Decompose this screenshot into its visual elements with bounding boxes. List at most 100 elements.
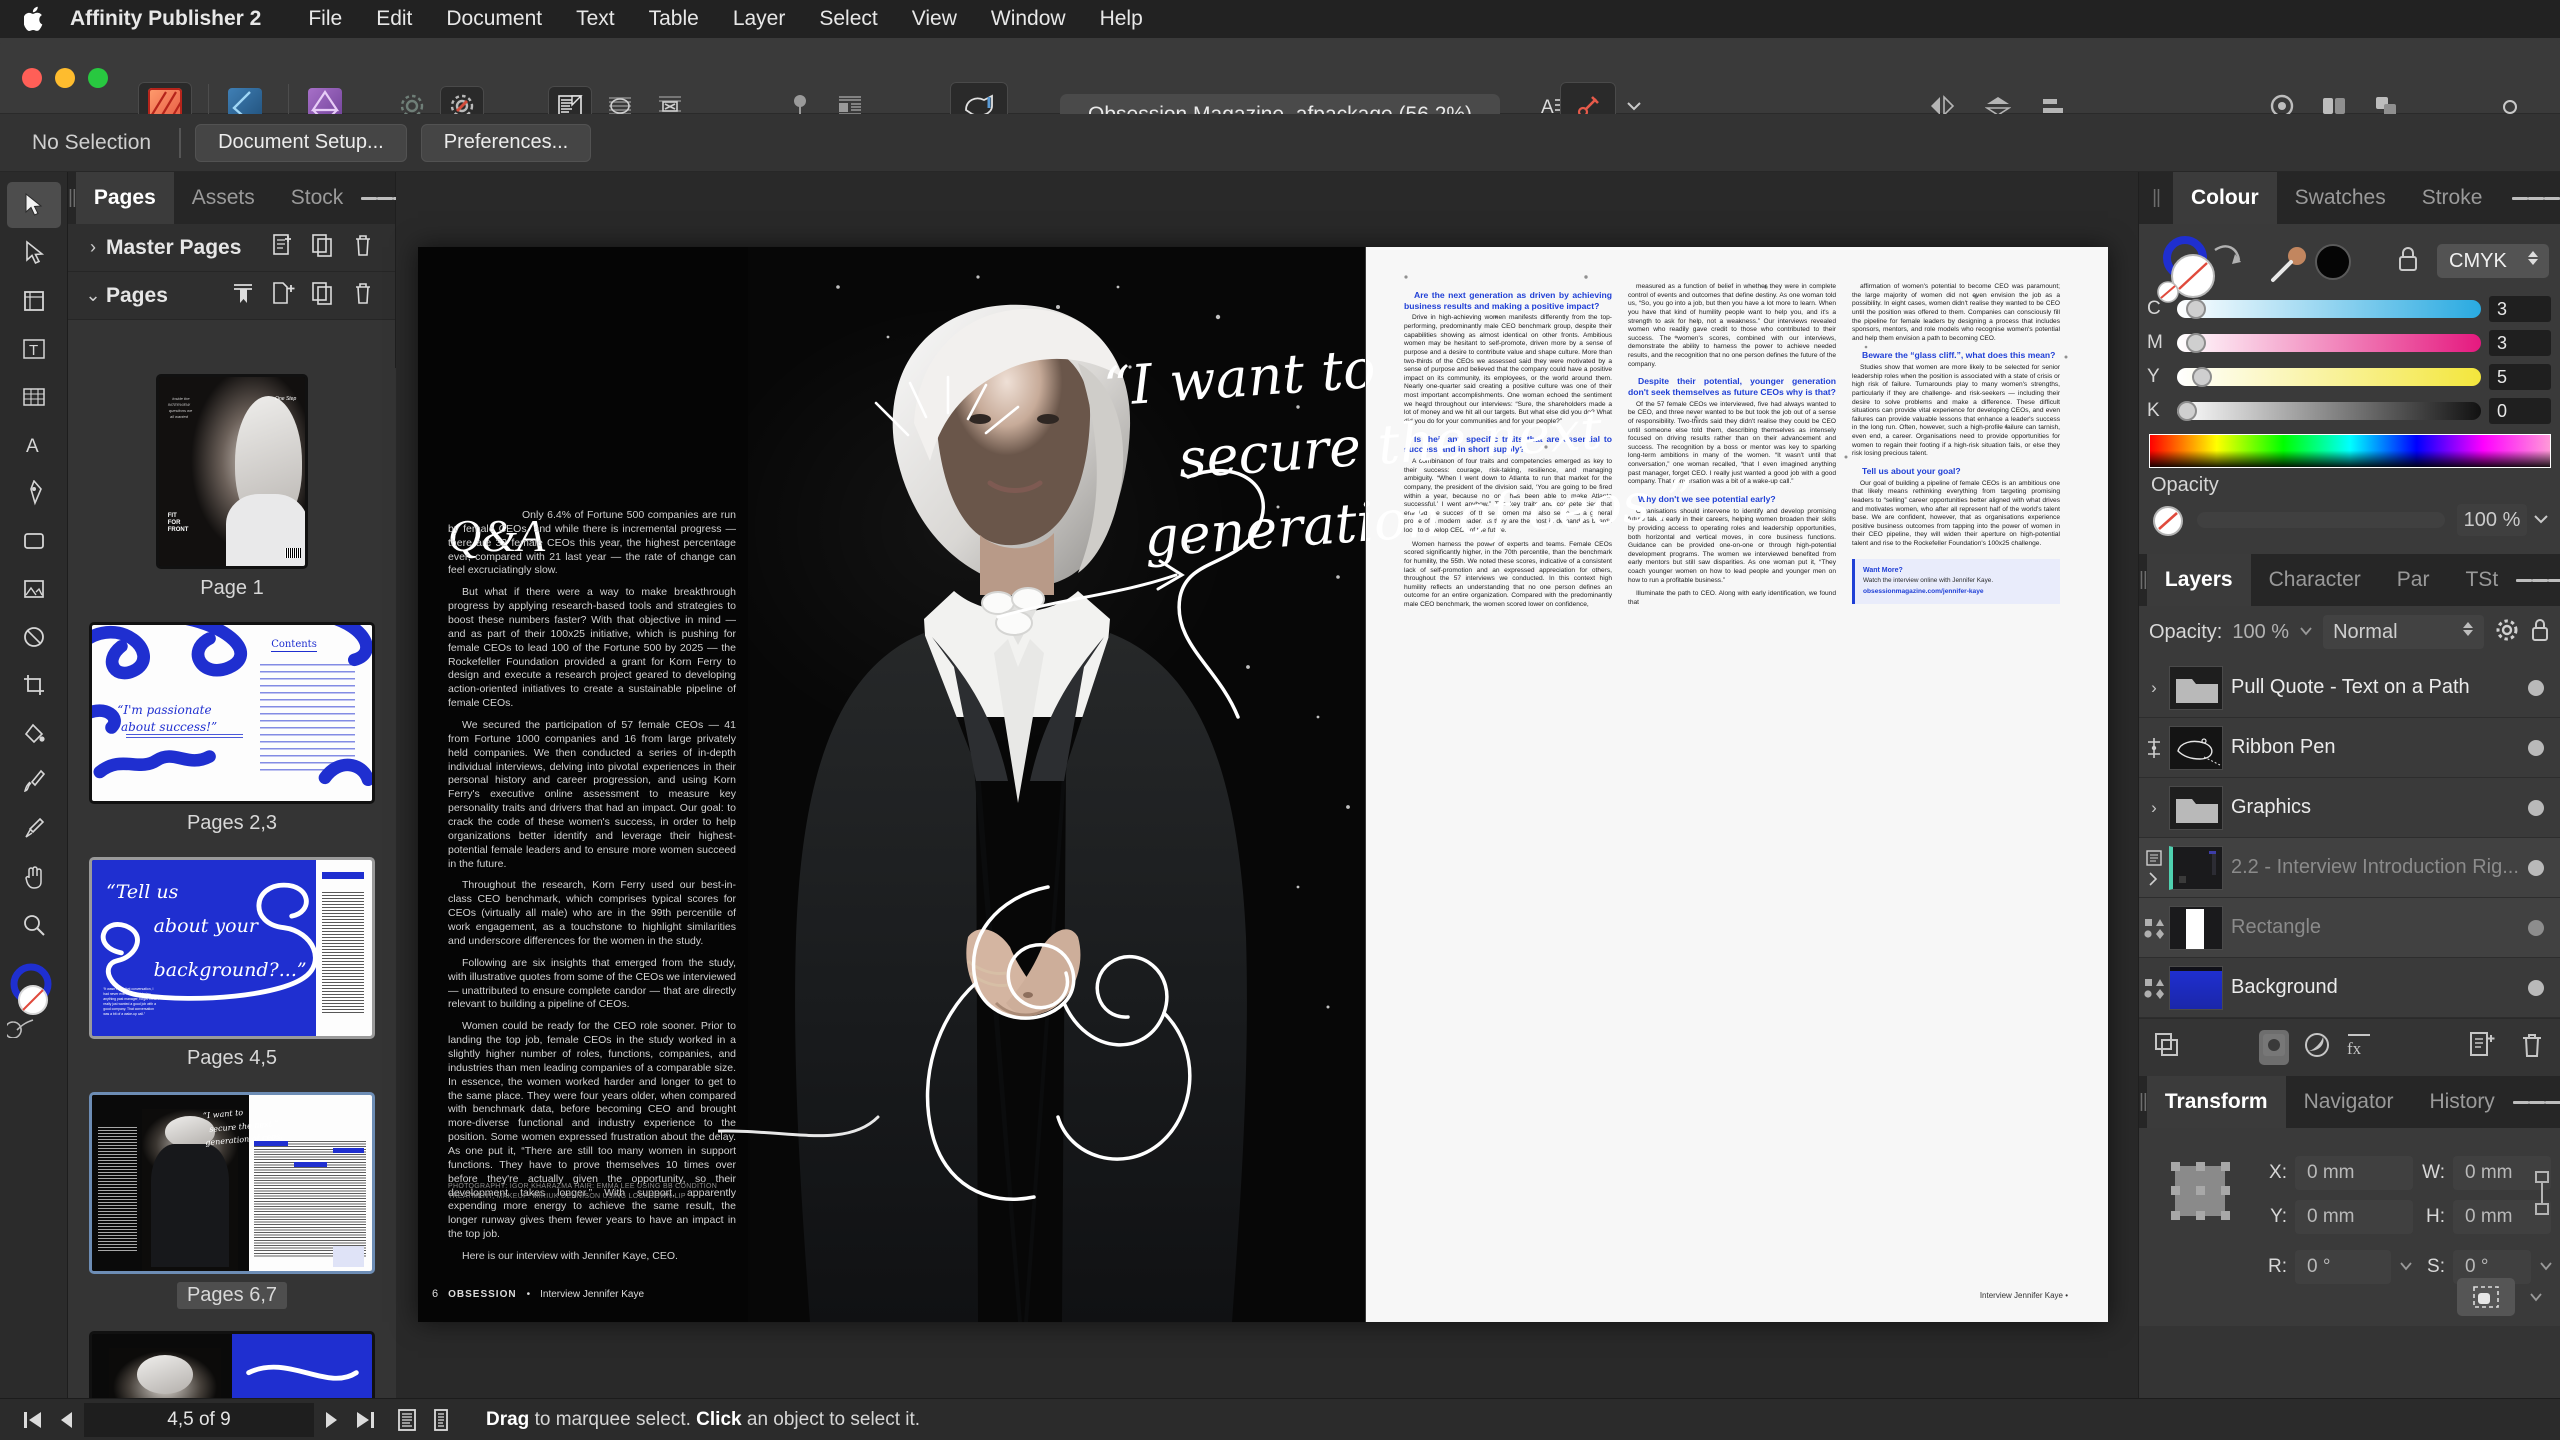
layer-row[interactable]: 2.2 - Interview Introduction Rig... bbox=[2139, 838, 2560, 898]
menu-table[interactable]: Table bbox=[632, 0, 716, 38]
opacity-chevron-down-icon[interactable] bbox=[2533, 512, 2549, 530]
corner-type-icon[interactable] bbox=[2457, 1278, 2515, 1316]
delete-page-icon[interactable] bbox=[351, 281, 375, 311]
layer-row[interactable]: › Graphics bbox=[2139, 778, 2560, 838]
slider-row-k[interactable]: K 0 bbox=[2139, 394, 2560, 428]
rectangle-tool[interactable] bbox=[7, 518, 61, 564]
single-page-view-icon[interactable] bbox=[390, 1403, 424, 1437]
slider-row-c[interactable]: C 3 bbox=[2139, 292, 2560, 326]
layer-visibility-toggle[interactable] bbox=[2528, 739, 2544, 756]
menu-file[interactable]: File bbox=[291, 0, 359, 38]
chevron-updown-icon[interactable] bbox=[2527, 249, 2539, 273]
slider-knob-m[interactable] bbox=[2186, 333, 2207, 353]
layer-row[interactable]: Background bbox=[2139, 958, 2560, 1018]
add-page-icon[interactable] bbox=[271, 281, 295, 311]
pen-tool[interactable] bbox=[7, 470, 61, 516]
slider-track-m[interactable] bbox=[2177, 333, 2481, 353]
anchor-grid-icon[interactable] bbox=[2165, 1158, 2237, 1229]
duplicate-page-icon[interactable] bbox=[311, 281, 335, 311]
transform-panel-grip-icon[interactable]: || bbox=[2139, 1076, 2148, 1128]
channel-value-m[interactable]: 3 bbox=[2489, 330, 2551, 356]
crop-tool[interactable] bbox=[7, 662, 61, 708]
mask-add-icon[interactable] bbox=[2468, 1031, 2496, 1064]
colour-model-select[interactable]: CMYK bbox=[2437, 244, 2549, 278]
master-pages-header[interactable]: › Master Pages bbox=[68, 224, 395, 272]
layer-visibility-toggle[interactable] bbox=[2528, 979, 2544, 996]
apply-master-icon[interactable] bbox=[231, 281, 255, 311]
current-colour-swatch[interactable] bbox=[2311, 242, 2357, 291]
preferences-button[interactable]: Preferences... bbox=[420, 123, 592, 162]
color-picker-tool[interactable] bbox=[7, 806, 61, 852]
page-thumbnail-6-7[interactable]: “I want to secure the next ” generation o… bbox=[89, 1092, 375, 1274]
pages-thumbnail-list[interactable]: Inside the INTERVIEW questions we all wan… bbox=[68, 368, 396, 1419]
colour-panel-grip-icon[interactable]: || bbox=[2139, 172, 2173, 224]
move-tool[interactable] bbox=[6, 182, 61, 228]
layer-opacity-value[interactable]: 100 % bbox=[2232, 621, 2289, 644]
left-column-body[interactable]: Only 6.4% of Fortune 500 companies are r… bbox=[448, 509, 736, 1272]
panel-grip-icon[interactable]: || bbox=[68, 172, 77, 224]
slider-knob-c[interactable] bbox=[2186, 299, 2207, 319]
lock-icon[interactable] bbox=[2397, 246, 2419, 277]
layers-list[interactable]: › Pull Quote - Text on a Path Ribbon Pen bbox=[2139, 658, 2560, 1018]
opacity-slider[interactable] bbox=[2197, 512, 2445, 528]
page-thumbnail-2-3[interactable]: “I'm passionate about success!” Contents bbox=[89, 622, 375, 804]
page-left[interactable]: Q&A Only 6.4% of Fortune 500 companies a… bbox=[418, 247, 1366, 1322]
menu-edit[interactable]: Edit bbox=[359, 0, 429, 38]
shear-chevron-icon[interactable] bbox=[2539, 1258, 2553, 1276]
tab-swatches[interactable]: Swatches bbox=[2277, 172, 2404, 224]
art-text-tool[interactable]: A bbox=[7, 422, 61, 468]
lock-icon[interactable] bbox=[2530, 618, 2550, 647]
slider-knob-k[interactable] bbox=[2177, 401, 2197, 421]
chevron-right-icon[interactable]: › bbox=[2139, 678, 2169, 698]
slider-row-y[interactable]: Y 5 bbox=[2139, 360, 2560, 394]
first-page-icon[interactable] bbox=[16, 1403, 50, 1437]
page-thumbnail-1[interactable]: Inside the INTERVIEW questions we all wan… bbox=[156, 374, 308, 569]
tab-stock[interactable]: Stock bbox=[273, 172, 362, 224]
channel-value-c[interactable]: 3 bbox=[2489, 296, 2551, 322]
text-column-1[interactable]: Are the next generation as driven by ach… bbox=[1404, 283, 1612, 1243]
document-canvas[interactable]: Q&A Only 6.4% of Fortune 500 companies a… bbox=[396, 172, 2138, 1419]
chevron-down-icon[interactable]: ⌄ bbox=[80, 285, 106, 306]
tab-paragraph[interactable]: Par bbox=[2379, 554, 2448, 606]
ellipse-tool[interactable] bbox=[7, 614, 61, 660]
colour-panel-menu-icon[interactable] bbox=[2512, 172, 2560, 224]
link-ratio-icon[interactable] bbox=[2531, 1170, 2553, 1221]
pages-header[interactable]: ⌄ Pages bbox=[68, 272, 395, 320]
tab-history[interactable]: History bbox=[2411, 1076, 2512, 1128]
tab-stroke[interactable]: Stroke bbox=[2404, 172, 2501, 224]
close-window-button[interactable] bbox=[22, 68, 42, 88]
right-page-columns[interactable]: Are the next generation as driven by ach… bbox=[1404, 283, 2072, 1243]
menu-window[interactable]: Window bbox=[974, 0, 1083, 38]
effects-fx-icon[interactable]: fx bbox=[2345, 1031, 2373, 1064]
menu-text[interactable]: Text bbox=[559, 0, 632, 38]
slider-track-y[interactable] bbox=[2177, 367, 2481, 387]
promo-box[interactable]: Want More? Watch the interview online wi… bbox=[1852, 558, 2060, 604]
paint-brush-tool[interactable] bbox=[7, 758, 61, 804]
artboard-tool[interactable] bbox=[7, 278, 61, 324]
minimize-window-button[interactable] bbox=[55, 68, 75, 88]
transform-field-r[interactable]: 0 ° bbox=[2295, 1250, 2391, 1284]
slider-track-k[interactable] bbox=[2177, 401, 2481, 421]
layer-row[interactable]: Ribbon Pen bbox=[2139, 718, 2560, 778]
page-right[interactable]: Are the next generation as driven by ach… bbox=[1366, 247, 2108, 1322]
add-master-icon[interactable] bbox=[271, 233, 295, 263]
layers-panel-menu-icon[interactable] bbox=[2516, 554, 2560, 606]
cmyk-sliders[interactable]: C 3 M 3 Y 5 K 0 bbox=[2139, 292, 2560, 428]
blend-mode-chevron-icon[interactable] bbox=[2462, 620, 2474, 644]
frame-text-tool[interactable]: T bbox=[7, 326, 61, 372]
delete-master-icon[interactable] bbox=[351, 233, 375, 263]
menu-app-name[interactable]: Affinity Publisher 2 bbox=[70, 0, 291, 38]
previous-page-icon[interactable] bbox=[50, 1403, 84, 1437]
spread-view-icon[interactable] bbox=[424, 1403, 458, 1437]
blend-mode-select[interactable]: Normal bbox=[2323, 615, 2484, 649]
tab-character[interactable]: Character bbox=[2251, 554, 2379, 606]
slider-row-m[interactable]: M 3 bbox=[2139, 326, 2560, 360]
tab-colour[interactable]: Colour bbox=[2173, 172, 2277, 224]
menu-view[interactable]: View bbox=[895, 0, 974, 38]
layer-row[interactable]: › Pull Quote - Text on a Path bbox=[2139, 658, 2560, 718]
opacity-value[interactable]: 100 % bbox=[2457, 504, 2527, 536]
live-filter-icon[interactable] bbox=[2303, 1031, 2331, 1064]
layers-panel-grip-icon[interactable]: || bbox=[2139, 554, 2148, 606]
layer-opacity-chevron-icon[interactable] bbox=[2299, 623, 2313, 641]
tab-pages[interactable]: Pages bbox=[75, 172, 174, 224]
